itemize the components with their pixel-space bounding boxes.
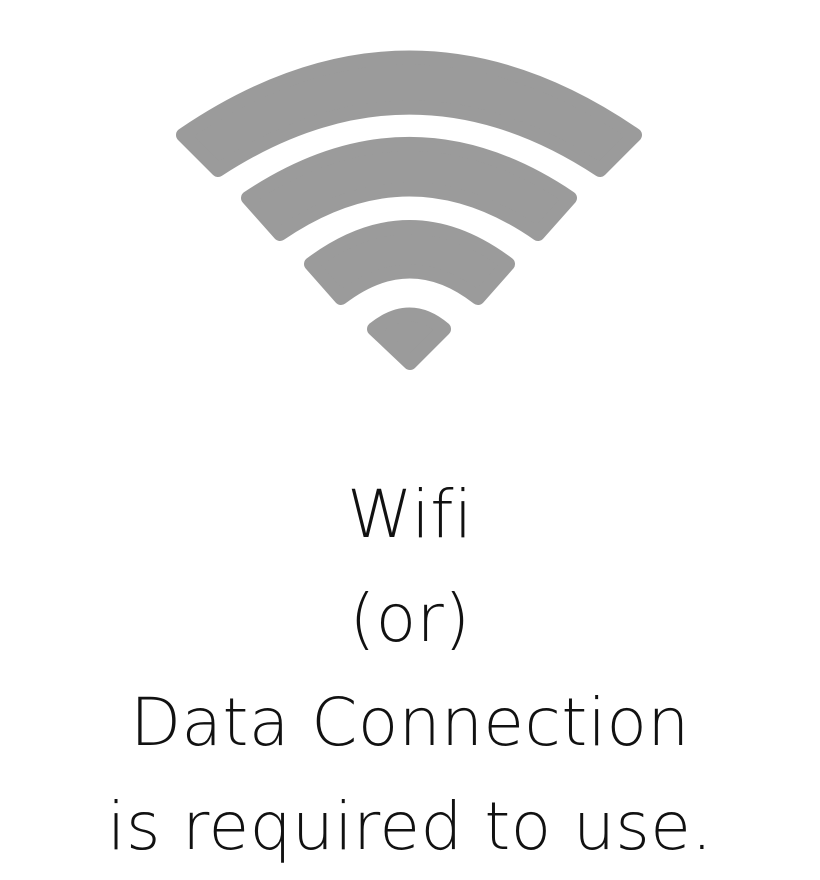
wifi-icon bbox=[176, 50, 642, 370]
message-line-or: (or) bbox=[349, 580, 471, 657]
message-line-data-connection: Data Connection bbox=[130, 684, 690, 761]
message-line-required: is required to use. bbox=[107, 788, 713, 865]
connection-required-message: Wifi (or) Data Connection is required to… bbox=[0, 463, 820, 879]
no-connection-screen: Wifi (or) Data Connection is required to… bbox=[0, 0, 820, 880]
message-line-wifi: Wifi bbox=[347, 476, 473, 553]
